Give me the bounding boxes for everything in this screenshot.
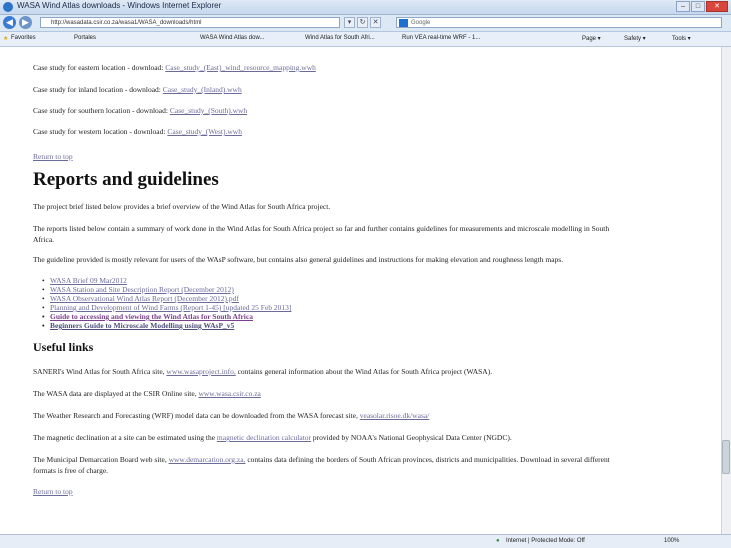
case-study-east: Case study for eastern location - downlo… <box>33 63 316 72</box>
tab-wind-atlas[interactable]: Wind Atlas for South Afri... <box>305 35 375 41</box>
useful-link-demarcation-text-a: The Municipal Demarcation Board web site… <box>33 455 167 464</box>
report-link-guide[interactable]: Guide to accessing and viewing the Wind … <box>50 312 253 321</box>
useful-link-csir-text: The WASA data are displayed at the CSIR … <box>33 389 197 398</box>
maximize-button[interactable]: □ <box>691 1 705 12</box>
report-link-planning[interactable]: Planning and Development of Wind Farms (… <box>50 303 291 312</box>
reports-heading: Reports and guidelines <box>33 169 219 190</box>
stop-button[interactable]: ✕ <box>370 17 381 28</box>
window-title: WASA Wind Atlas downloads - Windows Inte… <box>17 1 222 10</box>
ie-logo-icon <box>3 2 13 12</box>
minimize-button[interactable]: – <box>676 1 690 12</box>
search-input[interactable]: Google <box>396 17 722 28</box>
return-to-top-link[interactable]: Return to top <box>33 152 73 161</box>
useful-link-demarcation-line2: formats is free of charge. <box>33 466 109 475</box>
case-study-inland: Case study for inland location - downloa… <box>33 85 242 94</box>
return-to-top-link-2[interactable]: Return to top <box>33 487 73 496</box>
globe-icon: ● <box>496 538 500 544</box>
address-bar[interactable]: http://wasadata.csir.co.za/wasa1/WASA_do… <box>40 17 340 28</box>
demarcation-link[interactable]: www.demarcation.org.za, <box>169 455 246 464</box>
back-button[interactable]: ◀ <box>3 16 16 29</box>
reports-para3: The guideline provided is mostly relevan… <box>33 255 564 264</box>
tab-wasa-downloads[interactable]: WASA Wind Atlas dow... <box>200 35 264 41</box>
case-study-east-link[interactable]: Case_study_(East)_wind_resource_mapping.… <box>165 63 316 72</box>
status-bar: ● Internet | Protected Mode: Off 100% <box>0 534 731 548</box>
useful-link-wrf: The Weather Research and Forecasting (WR… <box>33 411 429 420</box>
case-study-inland-link[interactable]: Case_study_(Inland).wwh <box>163 85 242 94</box>
case-study-west-label: Case study for western location - downlo… <box>33 127 166 136</box>
case-study-west-link[interactable]: Case_study_(West).wwh <box>167 127 242 136</box>
tools-menu[interactable]: Tools ▾ <box>672 35 691 42</box>
useful-link-saneri: SANERI's Wind Atlas for South Africa sit… <box>33 367 492 376</box>
address-buttons: ▾ ↻ ✕ <box>344 17 381 28</box>
useful-link-csir: The WASA data are displayed at the CSIR … <box>33 389 261 398</box>
window-titlebar: WASA Wind Atlas downloads - Windows Inte… <box>0 0 731 15</box>
useful-link-magnetic: The magnetic declination at a site can b… <box>33 433 512 442</box>
security-zone: Internet | Protected Mode: Off <box>506 538 585 544</box>
useful-link-magnetic-text-a: The magnetic declination at a site can b… <box>33 433 216 442</box>
scrollbar-thumb[interactable] <box>722 440 730 474</box>
reports-para2a: The reports listed below contain a summa… <box>33 224 610 233</box>
csir-link[interactable]: www.wasa.csir.co.za <box>198 389 260 398</box>
favorites-bar: ★ Favorites Portales WASA Wind Atlas dow… <box>0 32 731 47</box>
page-content: Case study for eastern location - downlo… <box>0 47 721 534</box>
close-button[interactable]: ✕ <box>706 1 728 12</box>
favorites-star-icon: ★ <box>3 36 9 42</box>
wasaproject-link[interactable]: www.wasaproject.info, <box>166 367 235 376</box>
tab-run-vea[interactable]: Run VEA real-time WRF - 1... <box>402 35 480 41</box>
magnetic-calculator-link[interactable]: magnetic declination calculator <box>217 433 311 442</box>
report-link-station[interactable]: WASA Station and Site Description Report… <box>50 285 234 294</box>
report-link-observational[interactable]: WASA Observational Wind Atlas Report (De… <box>50 294 239 303</box>
navigation-bar: ◀ ▶ http://wasadata.csir.co.za/wasa1/WAS… <box>0 15 731 32</box>
useful-links-heading: Useful links <box>33 340 94 354</box>
favorites-button[interactable]: Favorites <box>11 35 36 41</box>
page-menu[interactable]: Page ▾ <box>582 35 601 42</box>
useful-link-demarcation-text-b: contains data defining the borders of So… <box>247 455 610 464</box>
case-study-south-link[interactable]: Case_study_(South).wwh <box>170 106 247 115</box>
report-link-beginners[interactable]: Beginners Guide to Microscale Modelling … <box>50 321 234 330</box>
zoom-level[interactable]: 100% <box>664 538 679 544</box>
wrf-forecast-link[interactable]: veasolar.risoe.dk/wasa/ <box>360 411 430 420</box>
useful-link-wrf-text: The Weather Research and Forecasting (WR… <box>33 411 358 420</box>
search-placeholder: Google <box>411 20 431 26</box>
case-study-inland-label: Case study for inland location - downloa… <box>33 85 161 94</box>
report-link-brief[interactable]: WASA Brief 09 Mar2012 <box>50 276 127 285</box>
case-study-south: Case study for southern location - downl… <box>33 106 247 115</box>
reports-para1: The project brief listed below provides … <box>33 202 331 211</box>
useful-link-demarcation: The Municipal Demarcation Board web site… <box>33 455 610 464</box>
reports-para2b: Africa. <box>33 235 55 244</box>
case-study-south-label: Case study for southern location - downl… <box>33 106 168 115</box>
forward-button[interactable]: ▶ <box>19 16 32 29</box>
address-dropdown-button[interactable]: ▾ <box>344 17 355 28</box>
refresh-button[interactable]: ↻ <box>357 17 368 28</box>
search-provider-icon <box>399 19 408 27</box>
window-controls: – □ ✕ <box>676 1 728 12</box>
favorites-portal-link[interactable]: Portales <box>74 35 96 41</box>
useful-link-saneri-text-a: SANERI's Wind Atlas for South Africa sit… <box>33 367 165 376</box>
safety-menu[interactable]: Safety ▾ <box>624 35 646 42</box>
case-study-east-label: Case study for eastern location - downlo… <box>33 63 164 72</box>
useful-link-saneri-text-b: contains general information about the W… <box>237 367 493 376</box>
useful-link-magnetic-text-b: provided by NOAA's National Geophysical … <box>312 433 512 442</box>
case-study-west: Case study for western location - downlo… <box>33 127 242 136</box>
